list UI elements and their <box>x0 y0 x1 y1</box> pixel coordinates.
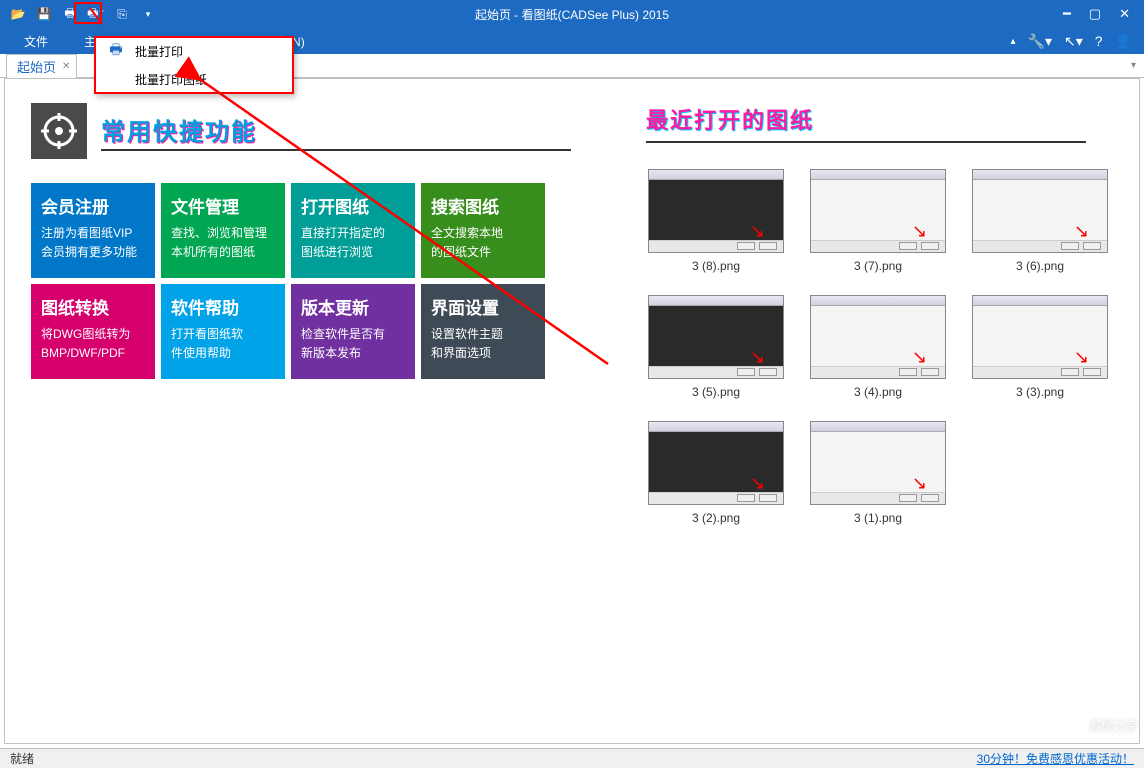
tab-label: 起始页 <box>17 57 56 76</box>
tab-overflow-icon[interactable]: ▾ <box>1131 60 1136 71</box>
thumbnail: ↘ <box>810 169 946 253</box>
tile-7[interactable]: 界面设置 设置软件主题和界面选项 <box>421 284 545 379</box>
help-icon[interactable]: ? <box>1095 33 1103 49</box>
tile-5[interactable]: 软件帮助 打开看图纸软件使用帮助 <box>161 284 285 379</box>
tile-title: 文件管理 <box>171 193 275 218</box>
batch-print-dropdown: 🖶 批量打印 批量打印图纸 <box>94 36 294 94</box>
recent-file-item[interactable]: ↘ 3 (5).png <box>646 295 786 399</box>
batch-print-icon[interactable]: 🖶⁺ <box>86 4 106 24</box>
thumbnail-caption: 3 (3).png <box>1016 385 1064 399</box>
tile-title: 界面设置 <box>431 294 535 319</box>
recent-files-title: 最近打开的图纸 <box>646 103 1113 135</box>
status-bar: 就绪 30分钟！免费感恩优惠活动！ <box>0 748 1144 768</box>
thumbnail-caption: 3 (5).png <box>692 385 740 399</box>
tiles-grid: 会员注册 注册为看图纸VIP会员拥有更多功能文件管理 查找、浏览和管理本机所有的… <box>31 183 576 379</box>
promo-link[interactable]: 30分钟！免费感恩优惠活动！ <box>977 750 1134 767</box>
thumbnail: ↘ <box>972 295 1108 379</box>
user-icon[interactable]: 👤 <box>1115 33 1132 50</box>
quick-functions-section: 常用快捷功能 会员注册 注册为看图纸VIP会员拥有更多功能文件管理 查找、浏览和… <box>31 103 576 525</box>
thumbnail-caption: 3 (2).png <box>692 511 740 525</box>
tile-desc: 注册为看图纸VIP会员拥有更多功能 <box>41 224 145 261</box>
dropdown-item-label: 批量打印 <box>135 43 183 60</box>
thumbnail: ↘ <box>648 421 784 505</box>
menu-file[interactable]: 文件 <box>6 29 66 54</box>
title-bar: 📂 💾 🖶 🖶⁺ ⎘ ▾ 起始页 - 看图纸(CADSee Plus) 2015… <box>0 0 1144 28</box>
window-controls: ━ ▢ ✕ <box>1063 6 1144 22</box>
thumbnail-caption: 3 (8).png <box>692 259 740 273</box>
tile-3[interactable]: 搜索图纸 全文搜索本地的图纸文件 <box>421 183 545 278</box>
tile-desc: 检查软件是否有新版本发布 <box>301 325 405 362</box>
tile-desc: 设置软件主题和界面选项 <box>431 325 535 362</box>
tile-1[interactable]: 文件管理 查找、浏览和管理本机所有的图纸 <box>161 183 285 278</box>
quick-functions-title: 常用快捷功能 <box>101 112 571 147</box>
recent-file-item[interactable]: ↘ 3 (1).png <box>808 421 948 525</box>
cursor-icon[interactable]: ↖▾ <box>1064 33 1083 50</box>
export-icon[interactable]: ⎘ <box>112 4 132 24</box>
quick-access-toolbar: 📂 💾 🖶 🖶⁺ ⎘ ▾ <box>0 4 158 24</box>
recent-file-item[interactable]: ↘ 3 (6).png <box>970 169 1110 273</box>
recent-file-item[interactable]: ↘ 3 (3).png <box>970 295 1110 399</box>
printer-icon: 🖶 <box>107 42 125 60</box>
content-area: 常用快捷功能 会员注册 注册为看图纸VIP会员拥有更多功能文件管理 查找、浏览和… <box>4 78 1140 744</box>
chevron-up-icon[interactable]: ▴ <box>1011 36 1016 47</box>
tab-start-page[interactable]: 起始页 ✕ <box>6 54 77 78</box>
minimize-button[interactable]: ━ <box>1063 6 1071 22</box>
tile-desc: 查找、浏览和管理本机所有的图纸 <box>171 224 275 261</box>
dropdown-item-batch-print[interactable]: 🖶 批量打印 <box>95 37 293 65</box>
app-title: 起始页 - 看图纸(CADSee Plus) 2015 <box>475 6 669 23</box>
print-icon[interactable]: 🖶 <box>60 4 80 24</box>
status-text: 就绪 <box>10 750 34 767</box>
recent-file-item[interactable]: ↘ 3 (7).png <box>808 169 948 273</box>
thumbnail: ↘ <box>648 169 784 253</box>
tile-6[interactable]: 版本更新 检查软件是否有新版本发布 <box>291 284 415 379</box>
recent-file-item[interactable]: ↘ 3 (8).png <box>646 169 786 273</box>
thumbnail-caption: 3 (7).png <box>854 259 902 273</box>
save-icon[interactable]: 💾 <box>34 4 54 24</box>
wrench-icon[interactable]: 🔧▾ <box>1028 33 1052 50</box>
menu-right: ▴ 🔧▾ ↖▾ ? 👤 <box>1011 33 1139 50</box>
tab-close-icon[interactable]: ✕ <box>62 61 70 72</box>
dropdown-item-label: 批量打印图纸 <box>135 71 207 88</box>
tile-title: 打开图纸 <box>301 193 405 218</box>
tile-2[interactable]: 打开图纸 直接打开指定的图纸进行浏览 <box>291 183 415 278</box>
thumbnail: ↘ <box>972 169 1108 253</box>
watermark-text: 系统之家 <box>1088 717 1136 734</box>
qat-dropdown-icon[interactable]: ▾ <box>138 4 158 24</box>
thumbnail: ↘ <box>810 421 946 505</box>
thumbnail-caption: 3 (6).png <box>1016 259 1064 273</box>
blank-icon <box>107 70 125 88</box>
tile-title: 软件帮助 <box>171 294 275 319</box>
tile-desc: 全文搜索本地的图纸文件 <box>431 224 535 261</box>
dropdown-item-batch-print-drawings[interactable]: 批量打印图纸 <box>95 65 293 93</box>
divider <box>646 141 1086 143</box>
thumbnail-caption: 3 (1).png <box>854 511 902 525</box>
tile-title: 版本更新 <box>301 294 405 319</box>
recent-file-item[interactable]: ↘ 3 (2).png <box>646 421 786 525</box>
thumbnail: ↘ <box>648 295 784 379</box>
watermark: 系统之家 <box>1046 710 1136 740</box>
recent-files-section: 最近打开的图纸 ↘ 3 (8).png ↘ 3 (7).png ↘ 3 (6).png… <box>646 103 1113 525</box>
thumbnail: ↘ <box>810 295 946 379</box>
tile-title: 会员注册 <box>41 193 145 218</box>
app-logo <box>31 103 87 159</box>
close-button[interactable]: ✕ <box>1119 6 1130 22</box>
recent-file-item[interactable]: ↘ 3 (4).png <box>808 295 948 399</box>
tile-title: 图纸转换 <box>41 294 145 319</box>
tile-desc: 直接打开指定的图纸进行浏览 <box>301 224 405 261</box>
tile-title: 搜索图纸 <box>431 193 535 218</box>
divider <box>101 149 571 151</box>
thumbnail-caption: 3 (4).png <box>854 385 902 399</box>
tile-desc: 将DWG图纸转为BMP/DWF/PDF <box>41 325 145 362</box>
recent-files-grid: ↘ 3 (8).png ↘ 3 (7).png ↘ 3 (6).png ↘ 3 (5).… <box>646 169 1113 525</box>
maximize-button[interactable]: ▢ <box>1089 6 1101 22</box>
tile-4[interactable]: 图纸转换 将DWG图纸转为BMP/DWF/PDF <box>31 284 155 379</box>
tile-desc: 打开看图纸软件使用帮助 <box>171 325 275 362</box>
tile-0[interactable]: 会员注册 注册为看图纸VIP会员拥有更多功能 <box>31 183 155 278</box>
open-icon[interactable]: 📂 <box>8 4 28 24</box>
